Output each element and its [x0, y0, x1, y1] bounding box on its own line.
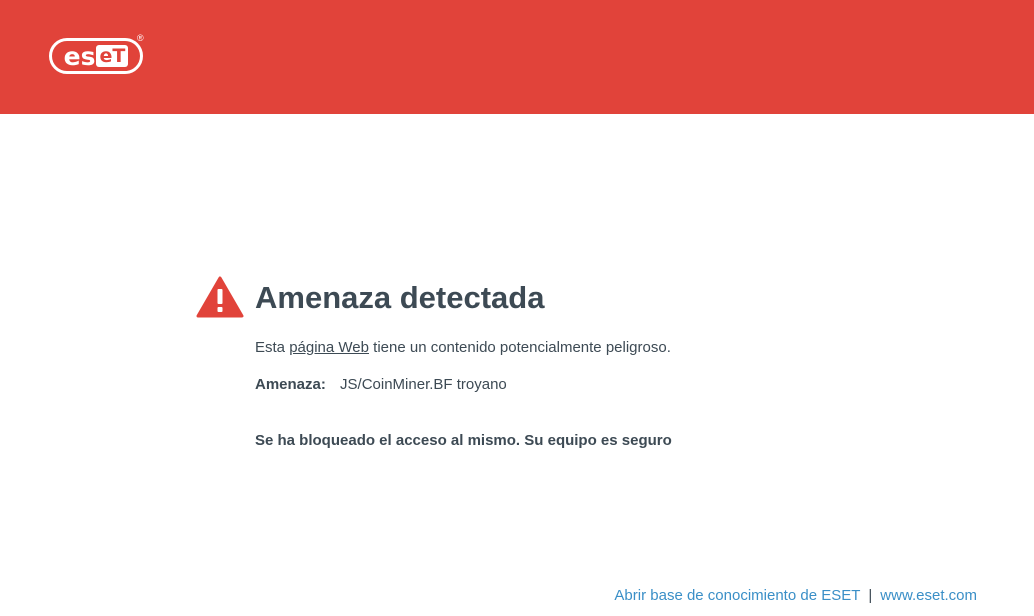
- description-text: Esta página Web tiene un contenido poten…: [255, 339, 671, 356]
- blocked-message: Se ha bloqueado el acceso al mismo. Su e…: [255, 432, 672, 449]
- threat-label: Amenaza:: [255, 376, 326, 393]
- knowledge-base-link[interactable]: Abrir base de conocimiento de ESET: [614, 587, 860, 604]
- footer-links: Abrir base de conocimiento de ESET | www.e…: [614, 587, 977, 604]
- page-title: Amenaza detectada: [255, 280, 545, 315]
- warning-triangle-icon: [196, 276, 244, 318]
- logo-text-et: eT: [96, 45, 129, 67]
- threat-row: Amenaza: JS/CoinMiner.BF troyano: [255, 376, 507, 393]
- logo-text-es: es: [63, 41, 96, 71]
- footer-separator: |: [868, 587, 873, 604]
- web-page-link[interactable]: página Web: [289, 339, 369, 356]
- registered-mark: ®: [137, 33, 144, 43]
- header-bar: es eT ®: [0, 0, 1034, 114]
- desc-prefix: Esta: [255, 339, 290, 356]
- eset-logo: es eT: [49, 38, 143, 74]
- threat-value: JS/CoinMiner.BF troyano: [340, 376, 507, 393]
- eset-site-link[interactable]: www.eset.com: [880, 587, 977, 604]
- desc-suffix: tiene un contenido potencialmente peligr…: [368, 339, 671, 356]
